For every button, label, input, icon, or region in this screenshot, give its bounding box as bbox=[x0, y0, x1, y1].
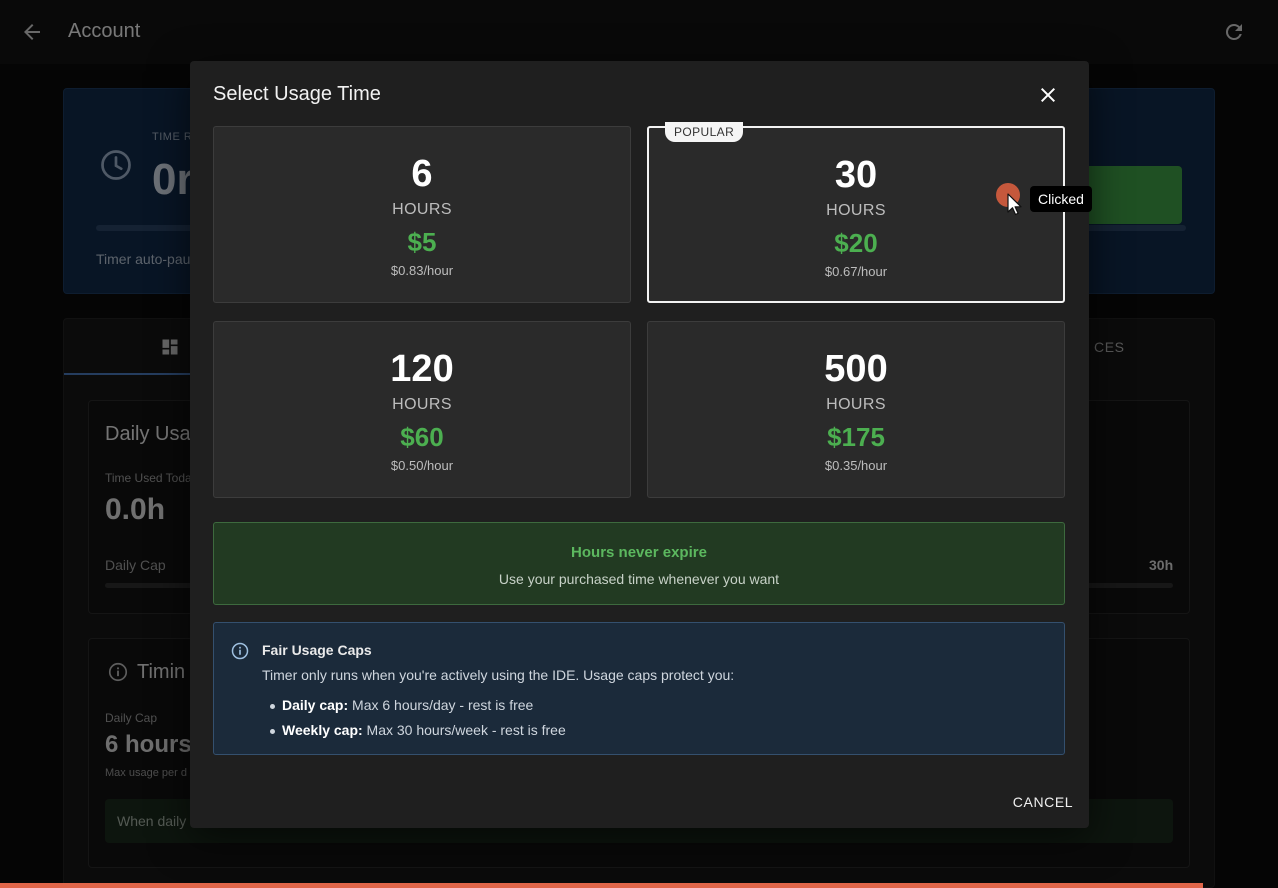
caps-title: Fair Usage Caps bbox=[262, 642, 372, 658]
plan-500-hours[interactable]: 500 HOURS $175 $0.35/hour bbox=[647, 321, 1065, 498]
plan-unit: HOURS bbox=[392, 201, 452, 218]
plan-unit: HOURS bbox=[392, 396, 452, 413]
info-icon bbox=[230, 641, 250, 661]
select-usage-time-dialog: Select Usage Time 6 HOURS $5 $0.83/hour … bbox=[190, 61, 1089, 828]
plan-price: $60 bbox=[400, 422, 444, 452]
list-item: Weekly cap: Max 30 hours/week - rest is … bbox=[262, 718, 566, 743]
plan-120-hours[interactable]: 120 HOURS $60 $0.50/hour bbox=[213, 321, 631, 498]
plan-hours: 120 bbox=[390, 348, 454, 390]
popular-badge: POPULAR bbox=[665, 122, 744, 142]
plan-30-hours[interactable]: POPULAR 30 HOURS $20 $0.67/hour bbox=[647, 122, 1065, 303]
expire-subtitle: Use your purchased time whenever you wan… bbox=[498, 571, 780, 587]
plan-unit: HOURS bbox=[826, 396, 886, 413]
plan-price: $5 bbox=[407, 227, 437, 257]
hours-never-expire-banner: Hours never expire Use your purchased ti… bbox=[213, 522, 1065, 605]
cancel-button[interactable]: CANCEL bbox=[1008, 789, 1078, 815]
cursor-icon bbox=[1006, 193, 1026, 217]
weekly-cap-term: Weekly cap: bbox=[282, 722, 363, 738]
weekly-cap-text: Max 30 hours/week - rest is free bbox=[362, 722, 566, 738]
caps-list: Daily cap: Max 6 hours/day - rest is fre… bbox=[262, 693, 566, 743]
close-icon bbox=[1041, 88, 1055, 102]
plan-price: $175 bbox=[827, 422, 885, 452]
daily-cap-term: Daily cap: bbox=[282, 697, 349, 713]
close-button[interactable] bbox=[1036, 83, 1060, 107]
caps-description: Timer only runs when you're actively usi… bbox=[262, 667, 735, 683]
progress-strip bbox=[0, 883, 1203, 888]
plan-hours: 500 bbox=[824, 348, 888, 390]
list-item: Daily cap: Max 6 hours/day - rest is fre… bbox=[262, 693, 566, 718]
daily-cap-text: Max 6 hours/day - rest is free bbox=[348, 697, 534, 713]
plan-6-hours[interactable]: 6 HOURS $5 $0.83/hour bbox=[213, 126, 631, 303]
expire-title: Hours never expire bbox=[571, 544, 707, 561]
dialog-title: Select Usage Time bbox=[213, 83, 381, 105]
plan-hours: 6 bbox=[411, 153, 433, 195]
plan-rate: $0.67/hour bbox=[824, 264, 888, 279]
fair-usage-caps-info: Fair Usage Caps Timer only runs when you… bbox=[213, 622, 1065, 755]
plan-rate: $0.50/hour bbox=[390, 458, 454, 473]
plan-rate: $0.83/hour bbox=[390, 263, 454, 278]
clicked-tooltip: Clicked bbox=[1030, 186, 1092, 212]
plan-rate: $0.35/hour bbox=[824, 458, 888, 473]
plan-price: $20 bbox=[834, 228, 878, 258]
